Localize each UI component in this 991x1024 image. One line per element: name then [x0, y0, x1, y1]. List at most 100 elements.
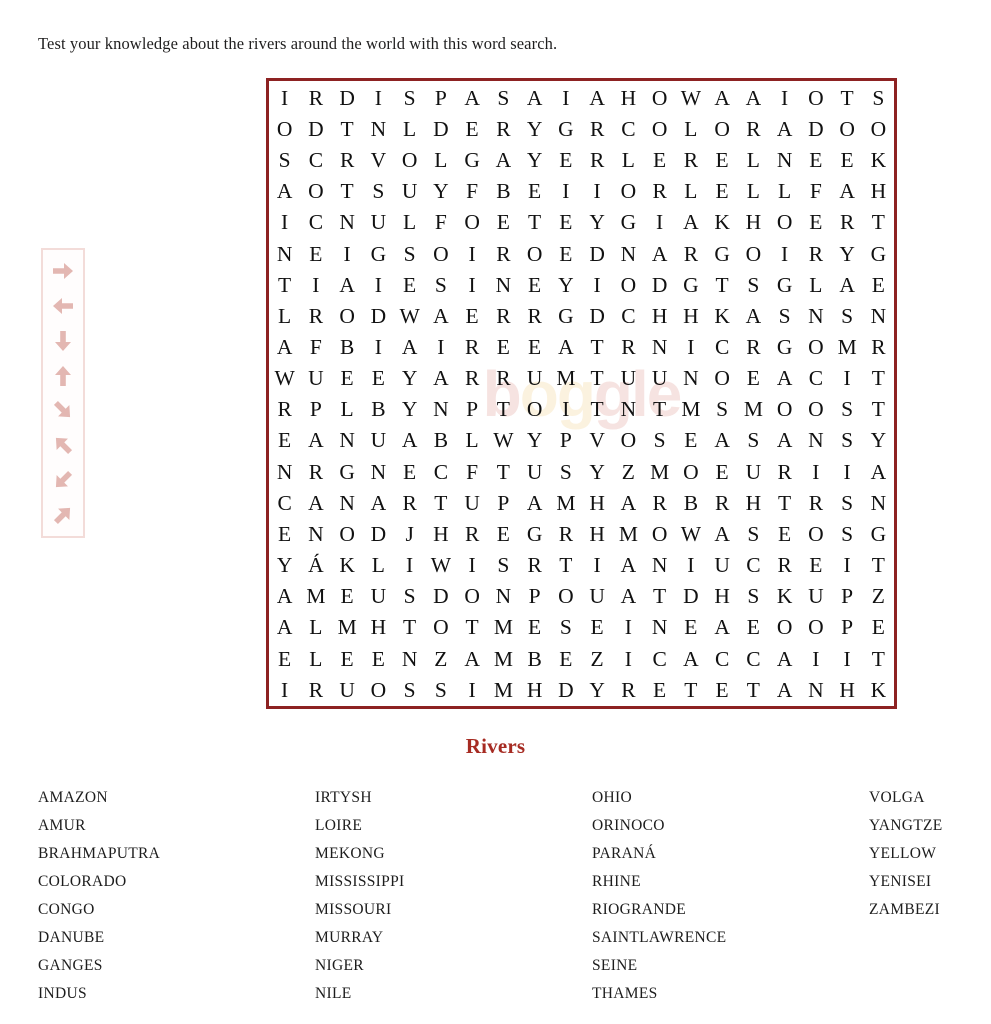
grid-cell[interactable]: T: [497, 461, 510, 484]
grid-cell[interactable]: S: [747, 586, 759, 608]
grid-cell[interactable]: U: [339, 679, 355, 702]
grid-cell[interactable]: R: [527, 305, 541, 328]
grid-cell[interactable]: G: [777, 337, 793, 359]
grid-cell[interactable]: M: [681, 399, 700, 421]
grid-cell[interactable]: K: [339, 555, 355, 577]
grid-cell[interactable]: R: [746, 337, 760, 359]
grid-cell[interactable]: H: [589, 492, 605, 515]
grid-cell[interactable]: S: [279, 150, 291, 172]
grid-cell[interactable]: O: [808, 337, 824, 359]
grid-cell[interactable]: E: [809, 150, 822, 172]
grid-cell[interactable]: H: [527, 679, 543, 702]
grid-cell[interactable]: N: [652, 337, 668, 359]
grid-cell[interactable]: U: [371, 586, 387, 608]
grid-cell[interactable]: A: [277, 337, 293, 359]
grid-cell[interactable]: E: [497, 337, 510, 359]
grid-cell[interactable]: Y: [402, 368, 418, 390]
grid-cell[interactable]: C: [746, 555, 760, 577]
grid-cell[interactable]: S: [435, 679, 447, 702]
grid-cell[interactable]: U: [308, 368, 324, 390]
grid-cell[interactable]: E: [341, 586, 354, 608]
grid-cell[interactable]: U: [714, 555, 730, 577]
word-list-item[interactable]: VOLGA: [869, 784, 943, 812]
grid-cell[interactable]: O: [527, 399, 543, 421]
grid-cell[interactable]: N: [496, 586, 512, 608]
grid-cell[interactable]: S: [435, 274, 447, 297]
grid-cell[interactable]: T: [341, 181, 354, 203]
grid-cell[interactable]: E: [872, 274, 885, 297]
grid-cell[interactable]: I: [625, 617, 632, 639]
grid-cell[interactable]: F: [810, 181, 822, 203]
grid-cell[interactable]: O: [277, 118, 293, 141]
grid-cell[interactable]: T: [466, 617, 479, 639]
grid-cell[interactable]: O: [714, 368, 730, 390]
grid-cell[interactable]: M: [556, 492, 575, 515]
grid-cell[interactable]: Á: [308, 555, 324, 577]
grid-cell[interactable]: I: [312, 274, 319, 297]
grid-cell[interactable]: P: [466, 399, 478, 421]
grid-cell[interactable]: A: [433, 305, 449, 328]
grid-cell[interactable]: I: [281, 87, 288, 110]
grid-cell[interactable]: I: [406, 555, 413, 577]
grid-cell[interactable]: E: [278, 648, 291, 671]
grid-cell[interactable]: I: [844, 368, 851, 390]
grid-cell[interactable]: L: [309, 648, 322, 671]
grid-cell[interactable]: D: [433, 118, 449, 141]
grid-cell[interactable]: W: [399, 305, 419, 328]
grid-cell[interactable]: H: [714, 586, 730, 608]
grid-cell[interactable]: A: [621, 492, 637, 515]
grid-cell[interactable]: L: [403, 212, 416, 234]
grid-cell[interactable]: R: [496, 368, 510, 390]
grid-cell[interactable]: U: [589, 586, 605, 608]
grid-cell[interactable]: M: [494, 617, 513, 639]
grid-cell[interactable]: C: [434, 461, 448, 484]
grid-cell[interactable]: B: [527, 648, 541, 671]
grid-cell[interactable]: O: [371, 679, 387, 702]
grid-cell[interactable]: M: [556, 368, 575, 390]
grid-cell[interactable]: I: [687, 555, 694, 577]
grid-cell[interactable]: A: [527, 492, 543, 515]
grid-cell[interactable]: E: [528, 181, 541, 203]
grid-cell[interactable]: I: [281, 212, 288, 234]
grid-cell[interactable]: T: [403, 617, 416, 639]
grid-cell[interactable]: Y: [558, 274, 574, 297]
word-list-item[interactable]: YANGTZE: [869, 812, 943, 840]
grid-cell[interactable]: A: [714, 430, 730, 452]
grid-cell[interactable]: L: [372, 555, 385, 577]
word-list-item[interactable]: OHIO: [592, 784, 869, 812]
grid-cell[interactable]: U: [621, 368, 637, 390]
grid-cell[interactable]: A: [308, 492, 324, 515]
grid-cell[interactable]: H: [371, 617, 387, 639]
grid-cell[interactable]: R: [402, 492, 416, 515]
grid-cell[interactable]: A: [371, 492, 387, 515]
grid-cell[interactable]: A: [621, 555, 637, 577]
grid-cell[interactable]: P: [560, 430, 572, 452]
grid-cell[interactable]: Z: [591, 648, 604, 671]
grid-cell[interactable]: S: [372, 181, 384, 203]
grid-cell[interactable]: R: [746, 118, 760, 141]
grid-cell[interactable]: A: [777, 430, 793, 452]
grid-cell[interactable]: B: [434, 430, 448, 452]
grid-cell[interactable]: R: [621, 337, 635, 359]
grid-cell[interactable]: D: [589, 305, 605, 328]
grid-cell[interactable]: L: [684, 181, 697, 203]
grid-cell[interactable]: I: [656, 212, 663, 234]
grid-cell[interactable]: Z: [434, 648, 447, 671]
word-list-item[interactable]: DANUBE: [38, 924, 315, 952]
grid-cell[interactable]: R: [309, 679, 323, 702]
grid-cell[interactable]: A: [277, 181, 293, 203]
grid-cell[interactable]: I: [594, 555, 601, 577]
grid-cell[interactable]: U: [652, 368, 668, 390]
grid-cell[interactable]: O: [808, 87, 824, 110]
grid-cell[interactable]: T: [528, 212, 541, 234]
grid-cell[interactable]: N: [339, 430, 355, 452]
grid-cell[interactable]: N: [339, 212, 355, 234]
grid-cell[interactable]: N: [433, 399, 449, 421]
grid-cell[interactable]: H: [746, 212, 762, 234]
word-list-item[interactable]: NILE: [315, 980, 592, 1008]
grid-cell[interactable]: T: [653, 586, 666, 608]
grid-cell[interactable]: M: [650, 461, 669, 484]
grid-cell[interactable]: M: [838, 337, 857, 359]
grid-cell[interactable]: A: [308, 430, 324, 452]
grid-cell[interactable]: O: [777, 399, 793, 421]
